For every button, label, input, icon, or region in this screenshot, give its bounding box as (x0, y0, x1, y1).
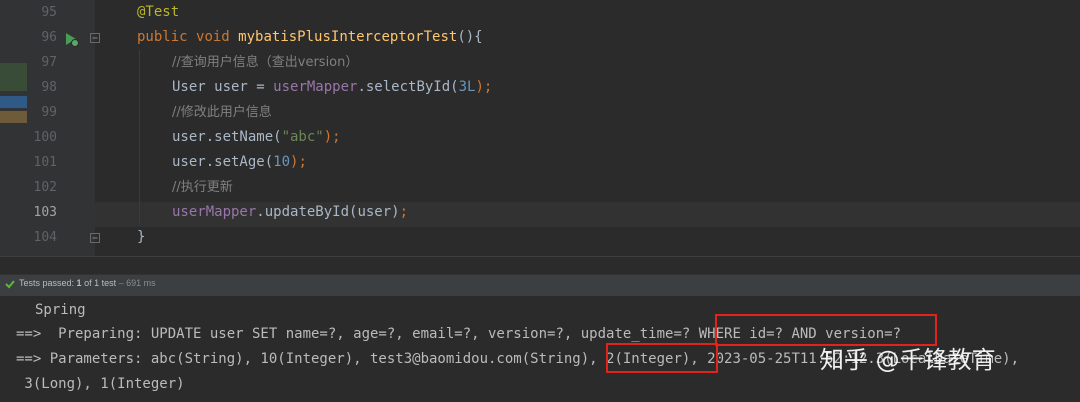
code-text: user.setName("abc"); (172, 125, 341, 150)
code-token: //查询用户信息（查出version） (172, 55, 359, 70)
code-token: User user = (172, 79, 274, 95)
code-text: User user = userMapper.selectById(3L); (172, 75, 492, 100)
code-token: .selectById( (357, 79, 459, 95)
line-number: 100 (33, 130, 57, 145)
code-token: "abc" (281, 129, 324, 145)
zhihu-watermark: 知乎 @千锋教育 (820, 346, 996, 374)
line-number: 104 (33, 230, 57, 245)
line-number: 95 (41, 5, 57, 20)
console-line-spring: Spring (35, 302, 86, 318)
code-line[interactable]: 103 userMapper.updateById(user); (0, 200, 1080, 225)
code-line[interactable]: 104} (0, 225, 1080, 250)
code-token: ; (399, 204, 409, 220)
line-number: 96 (41, 30, 57, 45)
code-text: //查询用户信息（查出version） (172, 50, 358, 75)
highlight-version-param (606, 343, 718, 373)
code-text: } (137, 225, 145, 250)
code-text: userMapper.updateById(user); (172, 200, 408, 225)
code-token: 10 (273, 154, 291, 170)
code-line[interactable]: 97 //查询用户信息（查出version） (0, 50, 1080, 75)
code-text: public void mybatisPlusInterceptorTest()… (137, 25, 483, 50)
code-editor[interactable]: 95 @Test 96 public void mybatisPlusIntercep… (0, 0, 1080, 256)
console-line-parameters-cont: 3(Long), 1(Integer) (16, 376, 185, 392)
code-line[interactable]: 102 //执行更新 (0, 175, 1080, 200)
tests-passed-status: Tests passed: 1 of 1 test – 691 ms (19, 278, 156, 288)
code-token: public (137, 29, 197, 45)
panel-divider[interactable] (0, 256, 1080, 274)
code-token: mybatisPlusInterceptorTest (238, 29, 458, 45)
code-token: .updateById(user) (256, 204, 400, 220)
code-token: ); (323, 129, 341, 145)
line-number: 101 (33, 155, 57, 170)
code-text: //执行更新 (172, 175, 233, 200)
test-results-toolbar: Tests passed: 1 of 1 test – 691 ms (0, 274, 1080, 297)
code-token: } (137, 229, 146, 245)
line-number: 99 (41, 105, 57, 120)
tests-duration: – 691 ms (116, 278, 156, 288)
code-token: 3L (458, 79, 476, 95)
line-number: 102 (33, 180, 57, 195)
code-line[interactable]: 100 user.setName("abc"); (0, 125, 1080, 150)
code-line[interactable]: 99 //修改此用户信息 (0, 100, 1080, 125)
code-token: void (196, 29, 239, 45)
code-line[interactable]: 96 public void mybatisPlusInterceptorTest… (0, 25, 1080, 50)
code-text: //修改此用户信息 (172, 100, 272, 125)
code-text: @Test (137, 0, 179, 25)
code-line[interactable]: 98 User user = userMapper.selectById(3L); (0, 75, 1080, 100)
code-token: (){ (457, 29, 483, 45)
line-number: 98 (41, 80, 57, 95)
code-token: user.setAge( (172, 154, 274, 170)
code-token: ); (475, 79, 493, 95)
check-icon (5, 280, 15, 289)
code-token: user.setName( (172, 129, 282, 145)
code-token: //执行更新 (172, 180, 233, 195)
tests-passed-label: Tests passed: (19, 278, 75, 288)
code-line[interactable]: 95 @Test (0, 0, 1080, 25)
code-token: @Test (137, 4, 180, 20)
code-text: user.setAge(10); (172, 150, 307, 175)
code-line[interactable]: 101 user.setAge(10); (0, 150, 1080, 175)
line-number: 97 (41, 55, 57, 70)
tests-total: of 1 test (81, 278, 117, 288)
code-token: userMapper (273, 79, 358, 95)
line-number: 103 (33, 205, 57, 220)
code-token: userMapper (172, 204, 257, 220)
code-token: ); (290, 154, 307, 170)
code-token: //修改此用户信息 (172, 105, 272, 120)
